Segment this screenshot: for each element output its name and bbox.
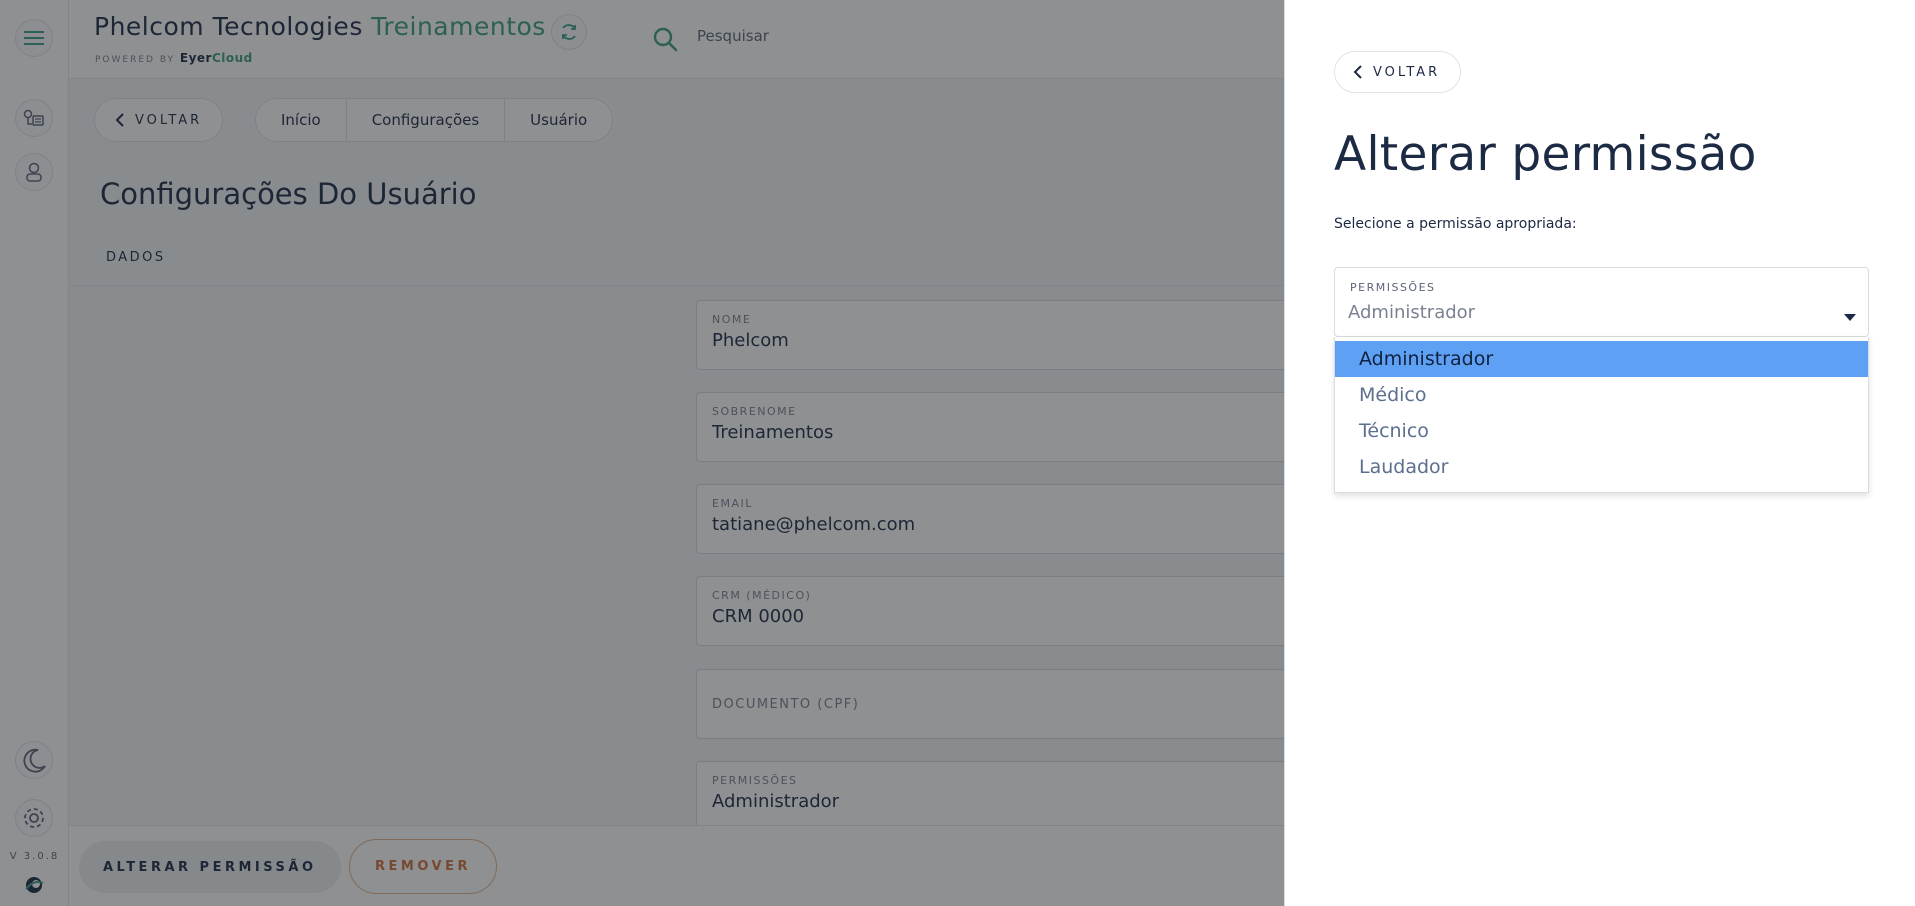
- drawer-title: Alterar permissão: [1334, 127, 1757, 182]
- change-permission-drawer: VOLTAR Alterar permissão Selecione a per…: [1284, 0, 1915, 906]
- drawer-subtitle: Selecione a permissão apropriada:: [1334, 216, 1577, 232]
- caret-down-icon: [1844, 314, 1856, 321]
- option-laudador[interactable]: Laudador: [1335, 449, 1868, 485]
- drawer-back-label: VOLTAR: [1373, 64, 1441, 80]
- select-label: PERMISSÕES: [1350, 281, 1436, 294]
- option-tecnico[interactable]: Técnico: [1335, 413, 1868, 449]
- option-medico[interactable]: Médico: [1335, 377, 1868, 413]
- permission-select[interactable]: PERMISSÕES Administrador: [1334, 267, 1869, 337]
- app-root: V 3.0.8 Phelcom Tecnologies Treinamentos…: [0, 0, 1915, 906]
- permission-dropdown: Administrador Médico Técnico Laudador: [1334, 337, 1869, 493]
- chevron-left-icon: [1353, 65, 1362, 79]
- select-value: Administrador: [1348, 302, 1476, 323]
- option-administrador[interactable]: Administrador: [1335, 341, 1868, 377]
- drawer-back-button[interactable]: VOLTAR: [1334, 51, 1462, 93]
- modal-backdrop[interactable]: [0, 0, 1285, 906]
